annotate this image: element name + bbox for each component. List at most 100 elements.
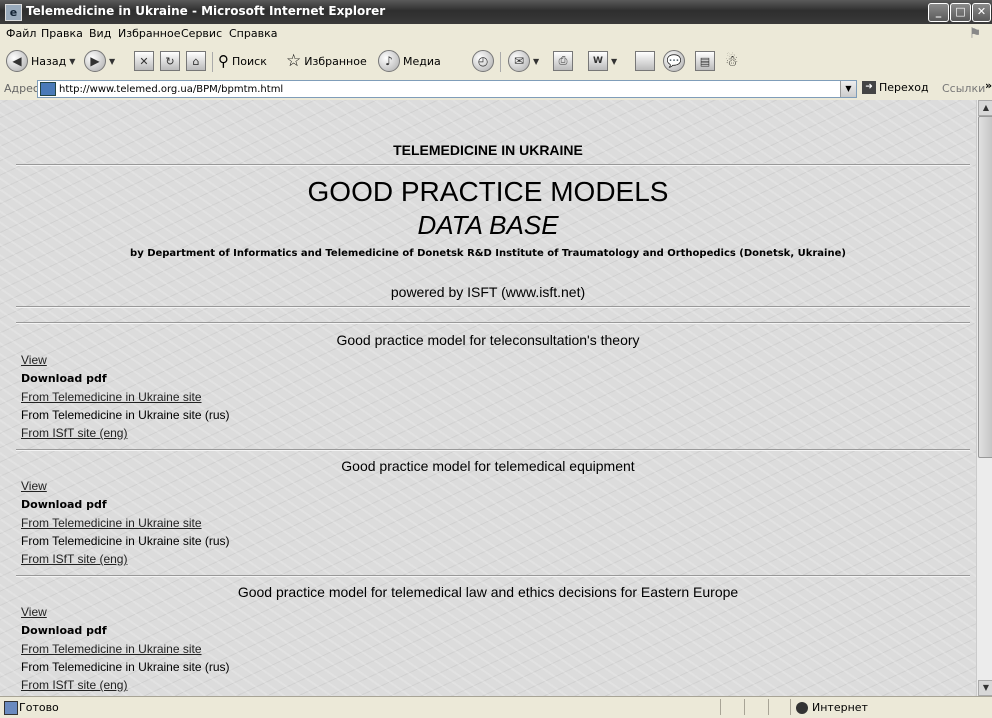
from-ukraine-site-link[interactable]: From Telemedicine in Ukraine site [21,390,202,404]
media-icon: ♪ [378,50,400,72]
divider [16,575,970,577]
back-button[interactable]: ◀ Назад ▼ [6,50,75,72]
forward-button[interactable]: ▶ ▼ [84,50,115,72]
menu-view[interactable]: Вид [89,27,111,40]
vertical-scrollbar[interactable]: ▲ ▼ [976,100,992,696]
security-zone: Интернет [796,701,868,714]
page-title: GOOD PRACTICE MODELS [307,176,669,207]
download-pdf-label: Download pdf [21,498,107,511]
address-input[interactable]: http://www.telemed.org.ua/BPM/bpmtm.html… [37,80,857,98]
maximize-button[interactable]: □ [950,3,971,22]
scroll-down-icon[interactable]: ▼ [978,680,992,696]
go-button[interactable]: ➜ Переход [862,81,929,94]
dropdown-arrow-icon: ▼ [611,56,618,66]
edit-button[interactable]: W ▼ [588,50,617,72]
menu-bar: Файл Правка Вид Избранное Сервис Справка [0,24,992,45]
go-arrow-icon: ➜ [862,81,876,94]
star-icon: ☆ [286,51,302,71]
links-button[interactable]: Ссылки [942,82,985,95]
research-button[interactable]: ▤ [695,50,715,72]
view-link[interactable]: View [21,353,47,367]
printer-icon: ⎙ [553,51,573,71]
divider [16,449,970,451]
status-divider [790,699,791,715]
view-link[interactable]: View [21,479,47,493]
title-bar: e Telemedicine in Ukraine - Microsoft In… [0,0,992,24]
from-ukraine-site-rus: From Telemedicine in Ukraine site (rus) [21,660,230,674]
download-pdf-link[interactable]: Download pdf [21,372,107,385]
research-icon: ▤ [695,51,715,71]
dropdown-arrow-icon: ▼ [109,56,116,66]
address-url[interactable]: http://www.telemed.org.ua/BPM/bpmtm.html [59,84,283,95]
word-icon: W [588,51,608,71]
toolbar-separator [212,52,213,72]
page-icon [635,51,655,71]
address-bar: Адрес: http://www.telemed.org.ua/BPM/bpm… [0,78,992,101]
from-isft-site-link[interactable]: From ISfT site (eng) [21,678,127,692]
search-button[interactable]: ⚲ Поиск [218,50,267,72]
section-heading: Good practice model for teleconsultation… [336,332,640,348]
ie-icon: e [5,4,22,21]
favorites-label: Избранное [304,54,367,68]
address-dropdown-icon[interactable]: ▼ [840,81,856,97]
status-divider [744,699,745,715]
status-divider [768,699,769,715]
toolbar-separator [500,52,501,72]
refresh-button[interactable]: ↻ [160,50,180,72]
mail-button[interactable]: ✉ ▼ [508,50,539,72]
toolbar: ◀ Назад ▼ ▶ ▼ ✕ ↻ ⌂ ⚲ Поиск ☆ Избранное … [0,44,992,79]
divider [16,306,970,308]
menu-help[interactable]: Справка [229,27,277,40]
dropdown-arrow-icon: ▼ [69,56,76,66]
discuss-button[interactable]: 💬 [663,50,685,72]
minimize-button[interactable]: _ [928,3,949,22]
home-button[interactable]: ⌂ [186,50,206,72]
menu-file[interactable]: Файл [6,27,36,40]
section-heading: Good practice model for telemedical law … [237,584,739,600]
scroll-up-icon[interactable]: ▲ [978,100,992,116]
messenger-button[interactable]: ☃ [725,50,738,72]
menu-tools[interactable]: Сервис [181,27,222,40]
download-pdf-label: Download pdf [21,624,107,637]
site-title: TELEMEDICINE IN UKRAINE [393,142,583,158]
view-link[interactable]: View [21,605,47,619]
blank-page-button[interactable] [635,50,655,72]
discuss-icon: 💬 [663,50,685,72]
byline: by Department of Informatics and Telemed… [130,248,846,259]
page-subtitle: DATA BASE [417,210,559,240]
section-heading: Good practice model for telemedical equi… [341,458,635,474]
close-button[interactable]: ✕ [972,3,991,22]
media-button[interactable]: ♪ Медиа [378,50,441,72]
stop-button[interactable]: ✕ [134,50,154,72]
stop-icon: ✕ [134,51,154,71]
zone-label: Интернет [812,701,868,714]
back-label: Назад [31,54,67,68]
status-text: Готово [19,701,59,714]
page-icon [40,82,56,96]
history-button[interactable]: ◴ [472,50,494,72]
window-title: Telemedicine in Ukraine - Microsoft Inte… [26,4,386,18]
messenger-icon: ☃ [725,52,739,70]
print-button[interactable]: ⎙ [553,50,573,72]
divider [16,322,970,324]
menu-edit[interactable]: Правка [41,27,83,40]
from-isft-site-link[interactable]: From ISfT site (eng) [21,552,127,566]
favorites-button[interactable]: ☆ Избранное [286,50,367,72]
from-ukraine-site-link[interactable]: From Telemedicine in Ukraine site [21,642,202,656]
dropdown-arrow-icon: ▼ [533,56,540,66]
from-isft-site-link[interactable]: From ISfT site (eng) [21,426,127,440]
windows-logo-icon: ⚑ [968,26,982,42]
scroll-thumb[interactable] [978,116,992,458]
go-label: Переход [879,81,929,94]
mail-icon: ✉ [508,50,530,72]
history-icon: ◴ [472,50,494,72]
forward-arrow-icon: ▶ [84,50,106,72]
from-ukraine-site-link[interactable]: From Telemedicine in Ukraine site [21,516,202,530]
page-status-icon [4,701,18,715]
menu-favorites[interactable]: Избранное [118,27,180,40]
divider [16,164,970,166]
search-label: Поиск [232,54,267,68]
links-chevron-icon[interactable]: » [985,79,992,92]
from-ukraine-site-rus: From Telemedicine in Ukraine site (rus) [21,534,230,548]
globe-icon [796,701,808,714]
